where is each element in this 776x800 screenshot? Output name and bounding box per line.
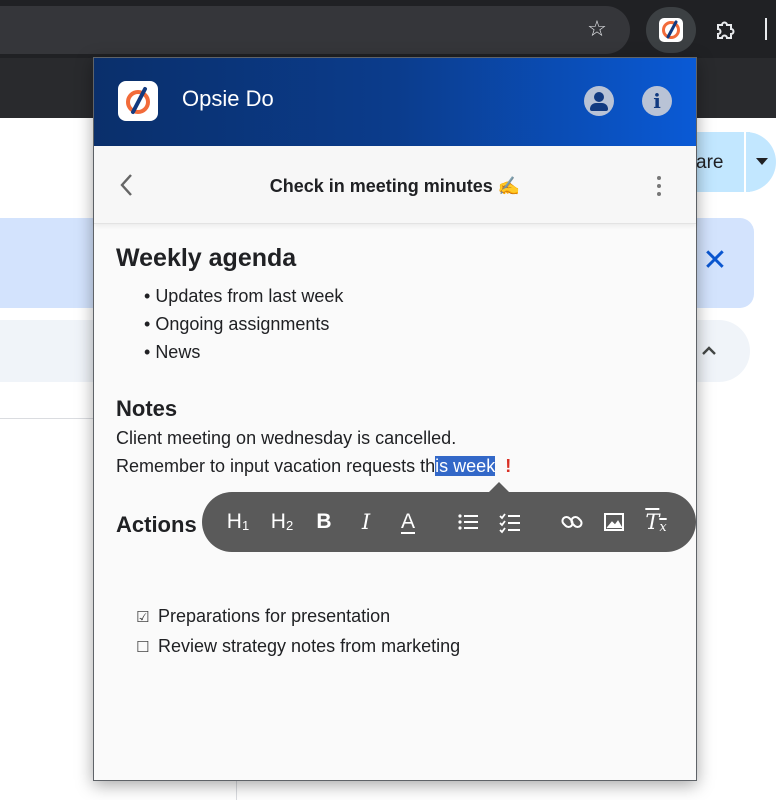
chevron-up-icon[interactable] xyxy=(698,340,720,362)
note-title[interactable]: Check in meeting minutes ✍️ xyxy=(234,176,556,197)
selected-text: is week xyxy=(435,456,496,476)
checklist-item[interactable]: ☑ Preparations for presentation xyxy=(136,602,460,632)
image-icon xyxy=(604,513,624,531)
app-title: Opsie Do xyxy=(182,86,274,111)
checklist-button[interactable] xyxy=(494,507,526,537)
more-options-icon[interactable] xyxy=(654,174,664,198)
address-bar[interactable] xyxy=(0,6,630,54)
star-icon[interactable]: ☆ xyxy=(584,16,610,42)
checklist-item-label: Review strategy notes from marketing xyxy=(158,636,461,656)
app-logo xyxy=(118,81,158,121)
info-glyph: i xyxy=(653,89,661,113)
user-icon[interactable] xyxy=(584,86,614,116)
notes-line-2-text: Remember to input vacation requests th xyxy=(116,456,436,476)
exclamation-mark: ! xyxy=(505,456,512,476)
writing-hand-emoji: ✍️ xyxy=(497,176,521,196)
share-label: are xyxy=(696,152,724,173)
extensions-button[interactable] xyxy=(702,7,750,53)
bullet-list-button[interactable] xyxy=(452,507,484,537)
note-title-bar: Check in meeting minutes ✍️ xyxy=(94,146,696,224)
heading-2-button[interactable]: H2 xyxy=(266,507,298,537)
heading-weekly-agenda: Weekly agenda xyxy=(116,244,297,272)
checkbox-checked[interactable]: ☑ xyxy=(136,603,150,632)
toolbar-separator xyxy=(765,18,767,40)
browser-toolbar: ☆ xyxy=(0,0,776,58)
back-chevron-icon[interactable] xyxy=(116,172,138,198)
notes-line-1: Client meeting on wednesday is cancelled… xyxy=(116,428,457,448)
actions-checklist: ☑ Preparations for presentation ☐ Review s… xyxy=(136,602,460,662)
puzzle-icon xyxy=(717,21,735,39)
italic-button[interactable]: I xyxy=(350,507,382,537)
list-item: News xyxy=(144,338,343,366)
notes-line-2: Remember to input vacation requests this… xyxy=(116,456,511,477)
close-icon[interactable]: ✕ xyxy=(700,246,730,276)
agenda-list: Updates from last week Ongoing assignmen… xyxy=(144,282,343,366)
bold-button[interactable]: B xyxy=(308,507,340,537)
checklist-icon xyxy=(499,513,520,534)
list-item: Updates from last week xyxy=(144,282,343,310)
image-button[interactable] xyxy=(598,507,630,537)
format-toolbar: H1 H2 B I A Tx xyxy=(202,482,696,552)
checklist-item[interactable]: ☐ Review strategy notes from marketing xyxy=(136,632,460,662)
opsie-do-logo-icon xyxy=(126,87,150,114)
list-item: Ongoing assignments xyxy=(144,310,343,338)
checkbox-unchecked[interactable]: ☐ xyxy=(136,633,150,662)
info-icon[interactable]: i xyxy=(642,86,672,116)
heading-notes: Notes xyxy=(116,396,178,421)
note-title-text: Check in meeting minutes xyxy=(269,176,493,196)
checklist-item-label: Preparations for presentation xyxy=(158,606,391,626)
heading-1-button[interactable]: H1 xyxy=(222,507,254,537)
share-dropdown-button[interactable] xyxy=(744,132,776,192)
opsie-do-extension-button[interactable] xyxy=(646,7,696,53)
link-icon xyxy=(561,515,583,529)
bullet-list-icon xyxy=(458,514,478,530)
link-button[interactable] xyxy=(556,507,588,537)
share-button[interactable]: are xyxy=(690,132,750,192)
caret-down-icon xyxy=(756,158,768,165)
heading-actions: Actions xyxy=(116,512,197,537)
opsie-do-logo-icon xyxy=(659,18,683,42)
clear-format-button[interactable]: Tx xyxy=(640,507,672,537)
opsie-do-popup: Opsie Do i Check in meeting minutes ✍️ W… xyxy=(93,57,697,781)
popup-header: Opsie Do i xyxy=(94,58,696,146)
text-color-button[interactable]: A xyxy=(392,507,424,537)
